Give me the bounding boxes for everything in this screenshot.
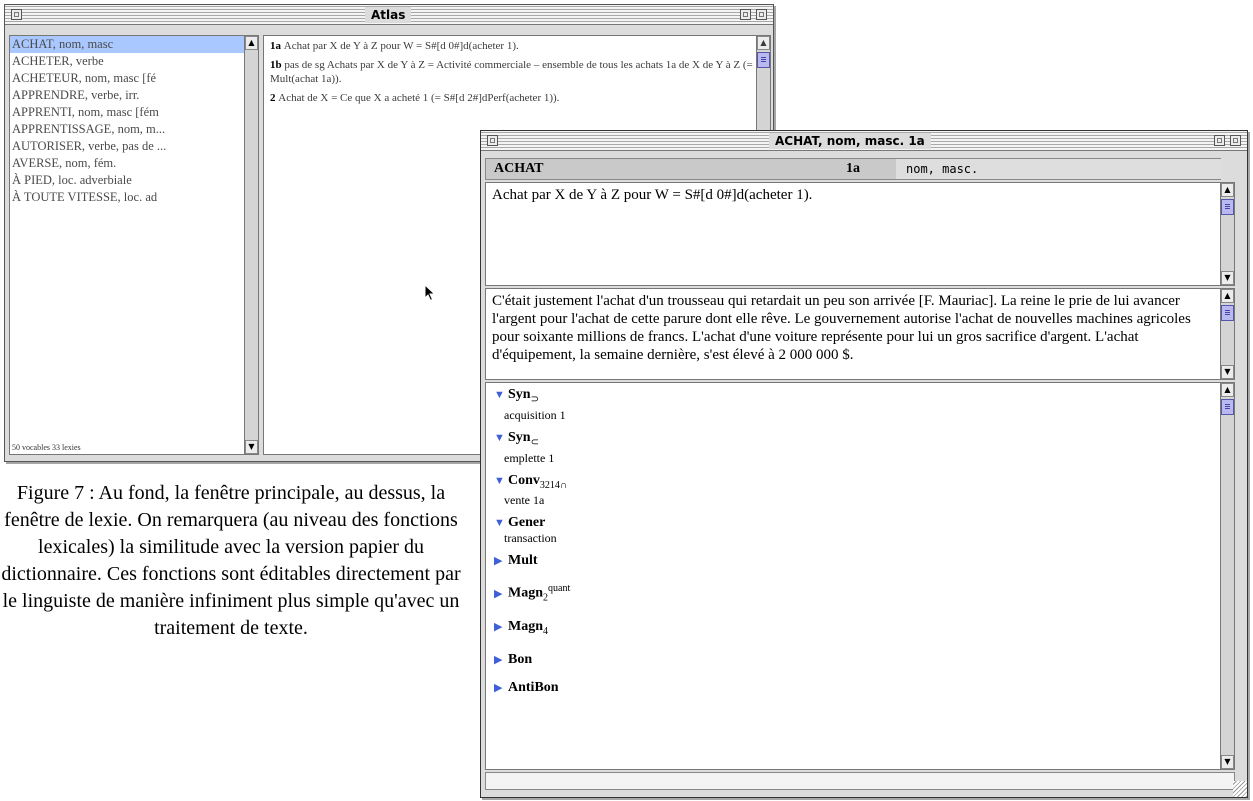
main-window-title: Atlas [365, 7, 412, 23]
definition-number: 1a [270, 40, 284, 52]
triangle-down-icon[interactable]: ▼ [494, 387, 508, 403]
zoom-box-icon[interactable] [740, 9, 751, 20]
scroll-thumb[interactable] [1221, 199, 1234, 215]
scroll-up-arrow-icon[interactable]: ▲ [1221, 383, 1234, 397]
lexical-function[interactable]: ▶ Mult [486, 553, 1234, 569]
scroll-up-arrow-icon[interactable]: ▲ [245, 36, 258, 50]
lexical-function[interactable]: ▼ Gener transaction [486, 515, 1234, 546]
entry-list-item[interactable]: ACHETER, verbe [10, 53, 258, 70]
definition-pane[interactable]: Achat par X de Y à Z pour W = S#[d 0#]d(… [485, 182, 1235, 286]
definition-entry[interactable]: 2 Achat de X = Ce que X a acheté 1 (= S#… [270, 91, 764, 105]
definition-text: Achat de X = Ce que X a acheté 1 (= S#[d… [278, 92, 560, 104]
entry-list-item[interactable]: À PIED, loc. adverbiale [10, 172, 258, 189]
triangle-right-icon[interactable]: ▶ [494, 652, 508, 668]
lexical-function[interactable]: ▼ Syn⊃ acquisition 1 [486, 387, 1234, 423]
close-box-icon[interactable] [11, 9, 22, 20]
lexical-function-value[interactable]: transaction [494, 531, 1234, 546]
triangle-right-icon[interactable]: ▶ [494, 680, 508, 696]
lexical-function-value[interactable]: acquisition 1 [494, 408, 1234, 423]
triangle-right-icon[interactable]: ▶ [494, 553, 508, 569]
figure-caption: Figure 7 : Au fond, la fenêtre principal… [1, 482, 461, 639]
lexical-function-name[interactable]: ▶ Magn4 [494, 619, 1234, 640]
lexical-function-name[interactable]: ▼ Conv3214∩ [494, 473, 1234, 494]
scroll-up-arrow-icon[interactable]: ▲ [1221, 183, 1234, 197]
collapse-box-icon[interactable] [756, 9, 767, 20]
entry-list[interactable]: ACHAT, nom, masc ACHETER, verbe ACHETEUR, … [9, 35, 259, 455]
triangle-right-icon[interactable]: ▶ [494, 619, 508, 635]
lexie-window-title: ACHAT, nom, masc. 1a [769, 133, 931, 149]
entry-list-item[interactable]: APPRENTISSAGE, nom, m... [10, 121, 258, 138]
main-window-titlebar[interactable]: Atlas [5, 5, 773, 25]
entry-list-item[interactable]: AVERSE, nom, fém. [10, 155, 258, 172]
lexie-part-of-speech[interactable]: nom, masc. [896, 159, 1222, 179]
entry-count-footer: 50 vocables 33 lexies [12, 443, 81, 452]
triangle-down-icon[interactable]: ▼ [494, 473, 508, 489]
entry-list-item[interactable]: APPRENDRE, verbe, irr. [10, 87, 258, 104]
lexical-function[interactable]: ▶ Bon [486, 652, 1234, 668]
entry-list-item[interactable]: ACHETEUR, nom, masc [fé [10, 70, 258, 87]
entry-list-item[interactable]: À TOUTE VITESSE, loc. ad [10, 189, 258, 206]
lexical-function-value[interactable]: vente 1a [494, 493, 1234, 508]
lexical-function-name[interactable]: ▶ AntiBon [494, 680, 1234, 696]
lexie-window: ACHAT, nom, masc. 1a ACHAT 1a nom, masc.… [480, 130, 1248, 798]
definition-text[interactable]: Achat par X de Y à Z pour W = S#[d 0#]d(… [486, 183, 1234, 207]
triangle-right-icon[interactable]: ▶ [494, 586, 508, 602]
lexical-function-name[interactable]: ▼ Syn⊃ [494, 387, 1234, 408]
mouse-pointer-icon [424, 284, 436, 302]
lexical-function[interactable]: ▶ Magn4 [486, 619, 1234, 640]
definition-number: 1b [270, 59, 285, 71]
zoom-box-icon[interactable] [1214, 135, 1225, 146]
scroll-thumb[interactable] [757, 52, 770, 68]
lexie-header: ACHAT 1a nom, masc. [485, 158, 1222, 180]
lexical-function-name[interactable]: ▼ Syn⊂ [494, 430, 1234, 451]
functions-scrollbar[interactable]: ▲ ▼ [1220, 383, 1234, 769]
scroll-thumb[interactable] [1221, 399, 1234, 415]
triangle-down-icon[interactable]: ▼ [494, 430, 508, 446]
scroll-down-arrow-icon[interactable]: ▼ [1221, 755, 1234, 769]
scroll-up-arrow-icon[interactable]: ▲ [757, 36, 770, 50]
lexical-function[interactable]: ▶ Magn2quant [486, 581, 1234, 606]
entry-list-item[interactable]: AUTORISER, verbe, pas de ... [10, 138, 258, 155]
lexical-function[interactable]: ▶ AntiBon [486, 680, 1234, 696]
lexie-window-titlebar[interactable]: ACHAT, nom, masc. 1a [481, 131, 1247, 151]
lexical-function-name[interactable]: ▶ Bon [494, 652, 1234, 668]
lexical-function-name[interactable]: ▶ Mult [494, 553, 1234, 569]
triangle-down-icon[interactable]: ▼ [494, 515, 508, 531]
entry-list-item[interactable]: ACHAT, nom, masc [10, 36, 258, 53]
definition-entry[interactable]: 1a Achat par X de Y à Z pour W = S#[d 0#… [270, 39, 764, 53]
entry-list-item[interactable]: APPRENTI, nom, masc [fém [10, 104, 258, 121]
status-bar [485, 772, 1235, 790]
scroll-down-arrow-icon[interactable]: ▼ [1221, 271, 1234, 285]
definition-scrollbar[interactable]: ▲ ▼ [1220, 183, 1234, 285]
collapse-box-icon[interactable] [1230, 135, 1241, 146]
lexical-function[interactable]: ▼ Conv3214∩ vente 1a [486, 473, 1234, 509]
lexical-function-value[interactable]: emplette 1 [494, 451, 1234, 466]
definition-text: Achat par X de Y à Z pour W = S#[d 0#]d(… [283, 40, 519, 52]
scroll-up-arrow-icon[interactable]: ▲ [1221, 289, 1234, 303]
lexical-functions-pane[interactable]: ▼ Syn⊃ acquisition 1 ▼ Syn⊂ emplette 1 ▼ Conv32… [485, 382, 1235, 770]
lexical-function-name[interactable]: ▶ Magn2quant [494, 581, 1234, 606]
definition-text: pas de sg Achats par X de Y à Z = Activi… [270, 59, 753, 85]
lexical-function-name[interactable]: ▼ Gener [494, 515, 1234, 531]
definition-number: 2 [270, 92, 279, 104]
resize-grip-icon[interactable] [1233, 781, 1247, 797]
scroll-down-arrow-icon[interactable]: ▼ [1221, 365, 1234, 379]
scroll-down-arrow-icon[interactable]: ▼ [245, 440, 258, 454]
examples-text[interactable]: C'était justement l'achat d'un trousseau… [486, 289, 1234, 367]
scroll-thumb[interactable] [1221, 305, 1234, 321]
examples-pane[interactable]: C'était justement l'achat d'un trousseau… [485, 288, 1235, 380]
lexie-word: ACHAT [494, 161, 544, 176]
definition-entry[interactable]: 1b pas de sg Achats par X de Y à Z = Act… [270, 58, 764, 86]
entry-list-scrollbar[interactable]: ▲ ▼ [244, 36, 258, 454]
lexical-function[interactable]: ▼ Syn⊂ emplette 1 [486, 430, 1234, 466]
examples-scrollbar[interactable]: ▲ ▼ [1220, 289, 1234, 379]
close-box-icon[interactable] [487, 135, 498, 146]
lexie-number: 1a [846, 161, 860, 176]
